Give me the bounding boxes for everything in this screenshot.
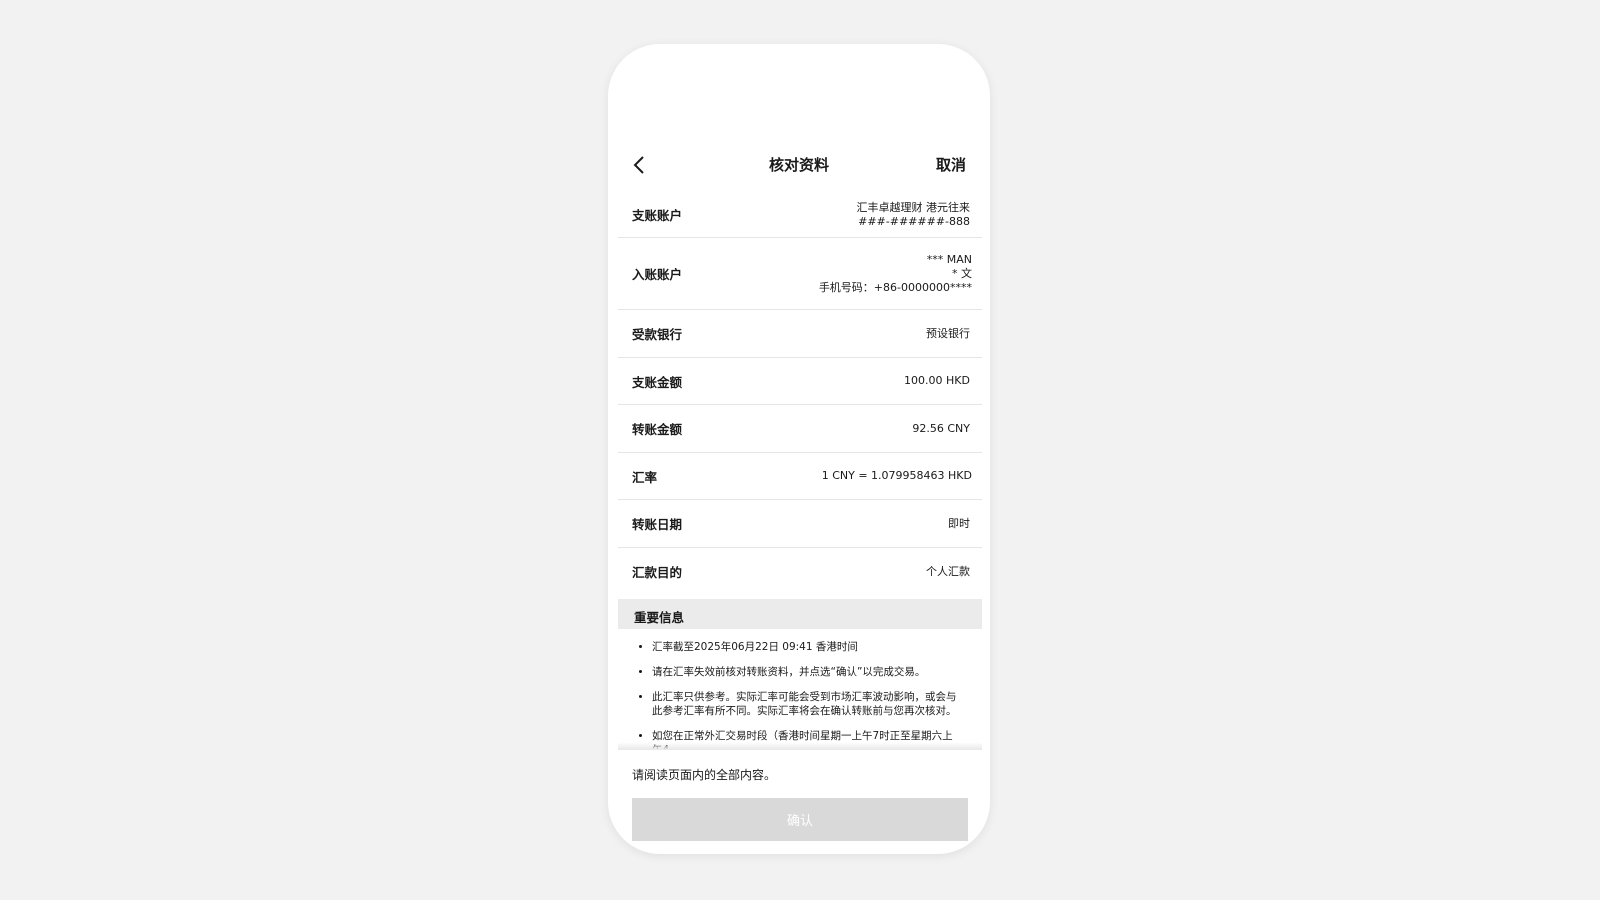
detail-row-debit-amount: 支账金额 100.00 HKD [618, 358, 982, 405]
page-title: 核对资料 [768, 156, 829, 174]
header-bar: 核对资料 取消 [608, 140, 990, 188]
detail-row-purpose: 汇款目的 个人汇款 [618, 548, 982, 595]
detail-value: 92.56 CNY [912, 421, 970, 435]
detail-label: 转账金额 [632, 422, 683, 437]
detail-value: 1 CNY = 1.079958463 HKD [821, 469, 972, 482]
detail-value-line: ###-######-888 [858, 214, 970, 228]
important-info-heading: 重要信息 [618, 599, 982, 629]
detail-label: 受款银行 [632, 327, 683, 342]
important-info-item: 请在汇率失效前核对转账资料，并点选“确认”以完成交易。 [652, 665, 968, 679]
detail-row-transfer-amount: 转账金额 92.56 CNY [618, 405, 982, 453]
detail-row-exchange-rate: 汇率 1 CNY = 1.079958463 HKD [618, 453, 982, 500]
detail-value: 即时 [948, 516, 970, 530]
detail-value: *** MAN * 文 手机号码：+86-0000000**** [819, 253, 972, 295]
important-info-list[interactable]: 汇率截至2025年06月22日 09:41 香港时间 请在汇率失效前核对转账资料… [618, 629, 982, 749]
important-info-item: 汇率截至2025年06月22日 09:41 香港时间 [652, 640, 968, 654]
detail-row-receiving-bank: 受款银行 预设银行 [618, 310, 982, 358]
detail-row-debit-account: 支账账户 汇丰卓越理财 港元往来 ###-######-888 [618, 192, 982, 238]
detail-label: 支账账户 [632, 208, 683, 223]
important-info-item: 此汇率只供参考。实际汇率可能会受到市场汇率波动影响，或会与此参考汇率有所不同。实… [652, 690, 968, 718]
detail-label: 转账日期 [632, 517, 683, 532]
details-list: 支账账户 汇丰卓越理财 港元往来 ###-######-888 入账账户 ***… [618, 192, 982, 595]
detail-label: 汇率 [632, 469, 658, 485]
detail-value-line: * 文 [952, 266, 972, 280]
detail-label: 支账金额 [632, 374, 683, 390]
detail-value: 个人汇款 [926, 564, 970, 578]
detail-value: 100.00 HKD [904, 374, 970, 387]
detail-value-line: *** MAN [926, 252, 972, 266]
detail-label: 汇款目的 [632, 565, 683, 580]
detail-value: 预设银行 [926, 326, 970, 340]
confirm-button[interactable]: 确认 [632, 798, 968, 841]
detail-value-line: 汇丰卓越理财 港元往来 [856, 200, 971, 214]
detail-row-credit-account: 入账账户 *** MAN * 文 手机号码：+86-0000000**** [618, 238, 982, 310]
scroll-fade [618, 742, 982, 750]
cancel-button[interactable]: 取消 [936, 154, 966, 175]
detail-label: 入账账户 [632, 267, 683, 282]
detail-value-line: 手机号码：+86-0000000**** [818, 280, 972, 294]
detail-row-transfer-date: 转账日期 即时 [618, 500, 982, 548]
detail-value: 汇丰卓越理财 港元往来 ###-######-888 [857, 201, 971, 229]
phone-screen: 核对资料 取消 支账账户 汇丰卓越理财 港元往来 ###-######-888 … [608, 44, 990, 854]
read-all-notice: 请阅读页面内的全部内容。 [632, 768, 777, 782]
